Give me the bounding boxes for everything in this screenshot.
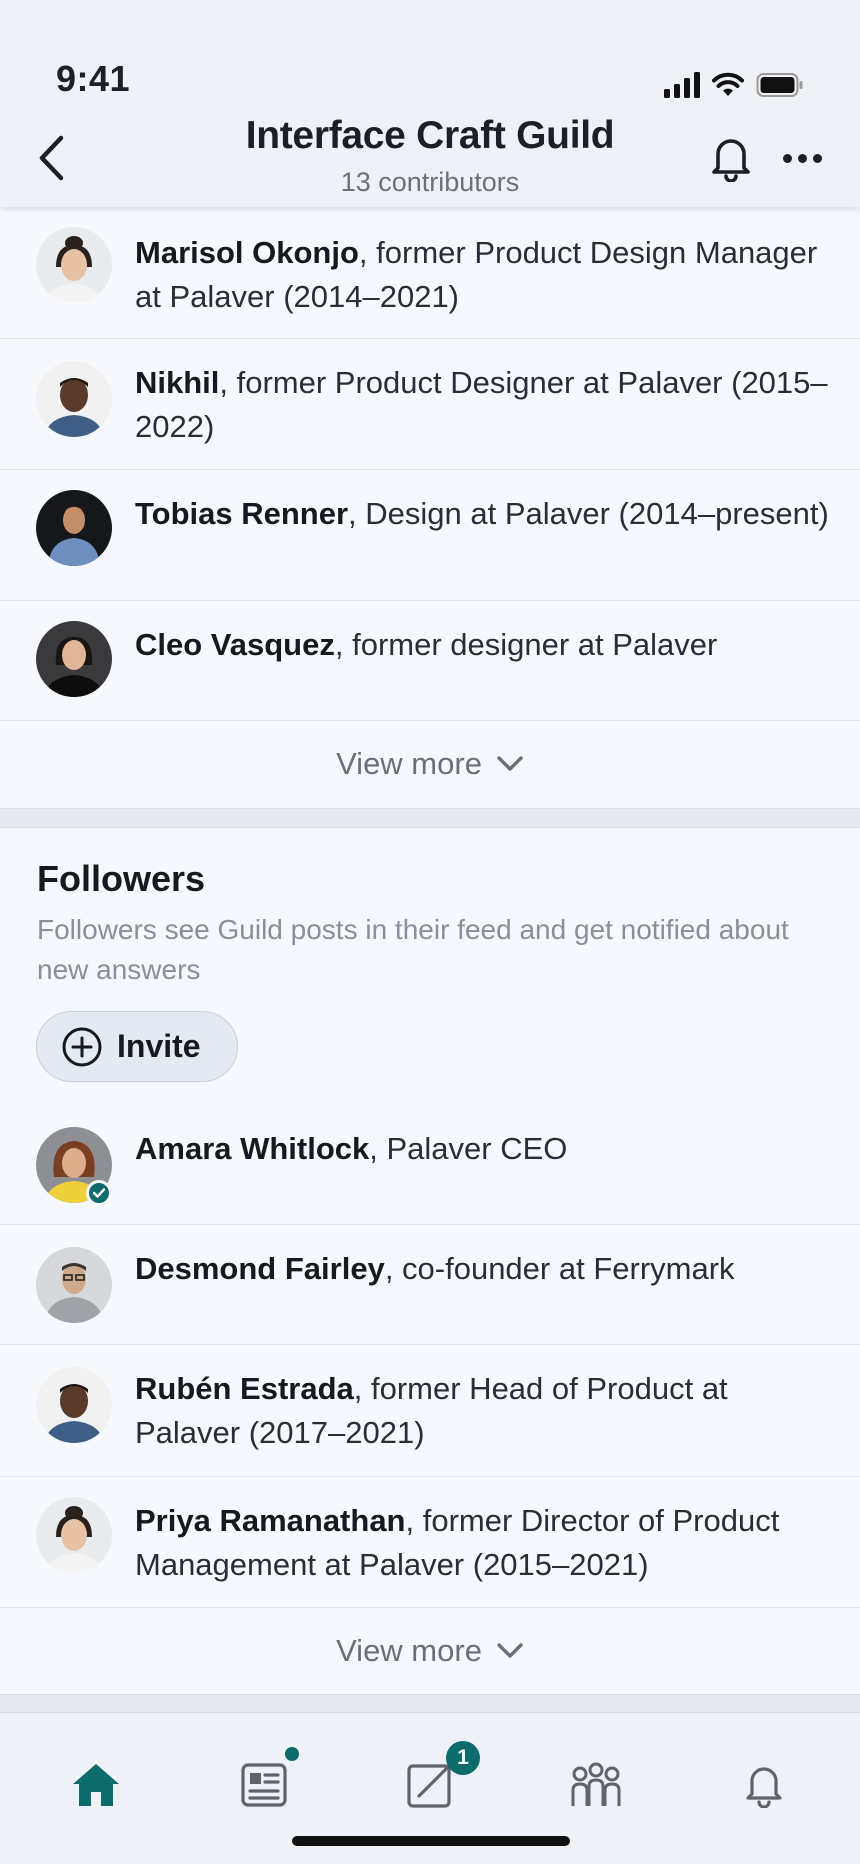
section-divider [0,808,860,828]
view-more-label: View more [336,1633,482,1668]
wifi-icon [712,72,744,96]
contributor-detail: , former Product Designer at Palaver (20… [135,365,828,444]
follower-text: Priya Ramanathan, former Director of Pro… [135,1499,835,1587]
cellular-signal-icon [664,72,700,98]
contributor-row[interactable]: Nikhil, former Product Designer at Palav… [0,339,860,470]
follower-text: Rubén Estrada, former Head of Product at… [135,1367,835,1455]
tab-notifications[interactable] [734,1755,794,1815]
chevron-down-icon [497,1643,523,1658]
avatar [36,1497,112,1573]
invite-label: Invite [117,1028,201,1064]
followers-title: Followers [37,858,206,899]
tab-groups[interactable] [566,1755,626,1815]
checkmark-icon [92,1188,106,1198]
follower-text: Amara Whitlock, Palaver CEO [135,1127,835,1171]
bell-icon [746,1767,782,1808]
avatar [36,1247,112,1323]
status-time: 9:41 [56,58,131,99]
contributor-text: Tobias Renner, Design at Palaver (2014–p… [135,492,835,536]
followers-list: Amara Whitlock, Palaver CEO Desmond Fair… [0,1105,860,1694]
follower-name: Rubén Estrada [135,1371,354,1406]
follower-row[interactable]: Desmond Fairley, co-founder at Ferrymark [0,1225,860,1345]
contributor-row[interactable]: Cleo Vasquez, former designer at Palaver [0,601,860,721]
tab-compose[interactable]: 1 [400,1741,480,1815]
section-divider [0,1694,860,1714]
contributor-name: Cleo Vasquez [135,627,335,662]
compose-badge: 1 [446,1741,480,1775]
avatar [36,361,112,437]
follower-name: Priya Ramanathan [135,1503,406,1538]
avatar [36,1367,112,1443]
chevron-down-icon [497,756,523,771]
home-icon [73,1764,119,1806]
status-icons [664,72,804,98]
avatar [36,621,112,697]
followers-description: Followers see Guild posts in their feed … [37,914,789,985]
contributor-row[interactable]: Tobias Renner, Design at Palaver (2014–p… [0,470,860,601]
contributor-row[interactable]: Marisol Okonjo, former Product Design Ma… [0,207,860,339]
newspaper-icon [241,1763,287,1807]
view-more-label: View more [336,746,482,781]
follower-row[interactable]: Rubén Estrada, former Head of Product at… [0,1345,860,1477]
more-dot-icon [782,153,792,163]
follower-detail: , Palaver CEO [369,1131,568,1166]
invite-button[interactable]: Invite [36,1011,238,1082]
followers-view-more-button[interactable]: View more [0,1608,860,1694]
more-options-button[interactable] [778,140,826,176]
contributor-detail: , former designer at Palaver [334,627,718,662]
follower-name: Amara Whitlock [135,1131,370,1166]
follower-row[interactable]: Priya Ramanathan, former Director of Pro… [0,1477,860,1608]
follower-text: Desmond Fairley, co-founder at Ferrymark [135,1247,835,1291]
more-dot-icon [812,153,822,163]
tab-home[interactable] [66,1755,126,1815]
contributor-name: Tobias Renner [135,496,349,531]
contributors-list: Marisol Okonjo, former Product Design Ma… [0,207,860,807]
avatar [36,227,112,303]
contributor-name: Nikhil [135,365,220,400]
battery-icon [756,73,803,97]
follower-detail: , co-founder at Ferrymark [384,1251,735,1286]
home-indicator[interactable] [292,1836,570,1846]
bell-icon [712,139,750,183]
compose-icon [407,1764,451,1808]
people-group-icon [571,1762,621,1806]
plus-circle-icon [62,1027,102,1066]
avatar [36,490,112,566]
new-activity-dot [285,1747,299,1761]
follower-row[interactable]: Amara Whitlock, Palaver CEO [0,1105,860,1225]
follower-name: Desmond Fairley [135,1251,385,1286]
more-dot-icon [797,153,807,163]
contributors-view-more-button[interactable]: View more [0,721,860,807]
top-bar: 9:41 Interface Craft Guild 13 contributo… [0,0,860,207]
verified-badge [86,1180,112,1206]
contributor-text: Cleo Vasquez, former designer at Palaver [135,623,835,667]
contributor-text: Marisol Okonjo, former Product Design Ma… [135,231,835,319]
contributor-detail: , Design at Palaver (2014–present) [348,496,829,531]
contributor-text: Nikhil, former Product Designer at Palav… [135,361,835,449]
tab-feed[interactable] [234,1747,299,1815]
notifications-button[interactable] [706,132,756,183]
contributor-name: Marisol Okonjo [135,235,359,270]
